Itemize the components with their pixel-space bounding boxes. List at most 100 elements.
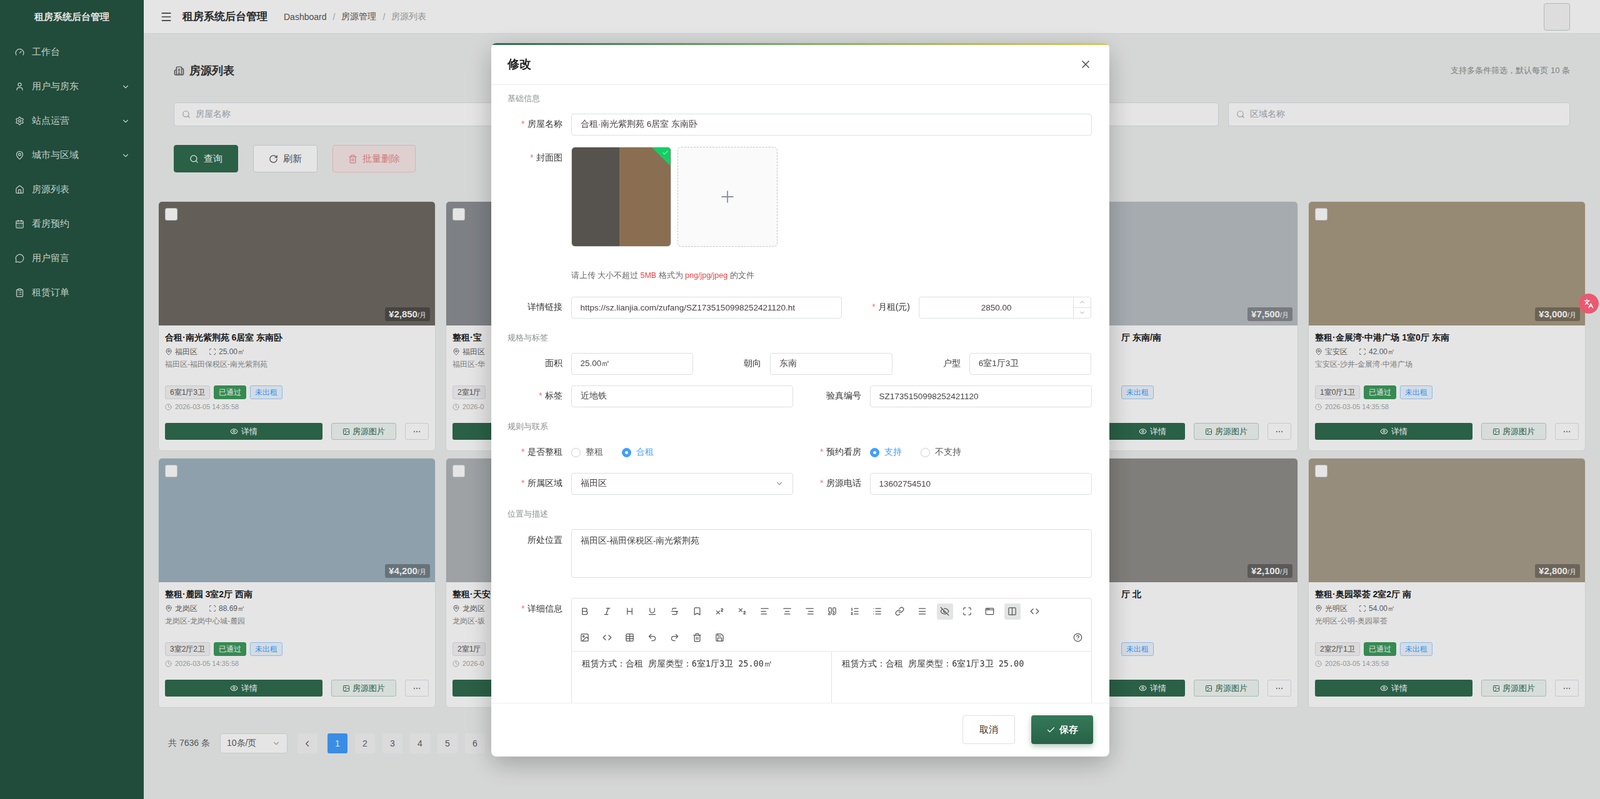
check-icon <box>1046 725 1056 735</box>
toolbar-button[interactable] <box>689 630 706 647</box>
form-item: 验真编号 SZ1735150998252421120 <box>806 385 1092 408</box>
increase-button[interactable] <box>1073 297 1091 308</box>
required-mark: * <box>820 446 824 457</box>
toolbar-button[interactable] <box>711 603 729 620</box>
region-select[interactable]: 福田区 <box>571 473 794 495</box>
form-item: *封面图请上传 大小不超过 5MB 格式为 png/jpg/jpeg 的文件 <box>507 146 1092 281</box>
text-input[interactable]: https://sz.lianjia.com/zufang/SZ17351509… <box>571 296 843 319</box>
close-icon <box>1079 58 1092 71</box>
toolbar-button[interactable] <box>666 603 684 620</box>
toolbar-button[interactable] <box>711 630 729 647</box>
save-button[interactable]: 保存 <box>1031 715 1094 745</box>
toolbar-button[interactable] <box>576 630 594 647</box>
split-icon <box>1007 606 1017 617</box>
menu-icon <box>917 606 927 617</box>
address-textarea[interactable]: 福田区-福田保税区-南光紫荆苑 <box>571 529 1092 579</box>
dialog-title: 修改 <box>507 56 532 73</box>
radio-option[interactable]: 合租 <box>621 446 654 459</box>
toolbar-button[interactable] <box>914 603 931 620</box>
text-input[interactable]: 6室1厅3卫 <box>969 353 1092 375</box>
underline-icon <box>647 606 657 617</box>
toolbar-button[interactable] <box>959 603 976 620</box>
required-mark: * <box>521 478 525 489</box>
toolbar-button[interactable] <box>621 630 639 647</box>
decrease-button[interactable] <box>1073 307 1091 319</box>
field-label: 所处位置 <box>507 529 563 547</box>
chevron-up-icon <box>1078 298 1086 306</box>
required-mark: * <box>521 603 525 614</box>
toolbar-button[interactable] <box>1004 603 1021 620</box>
text-input[interactable]: 13602754510 <box>870 473 1092 495</box>
editor-source[interactable]: 租赁方式：合租 房屋类型：6室1厅3卫 25.00㎡ <box>571 651 832 704</box>
toolbar-button[interactable] <box>576 603 594 620</box>
toolbar-button[interactable] <box>869 603 886 620</box>
upload-box[interactable] <box>677 146 778 247</box>
radio-option[interactable]: 不支持 <box>920 446 962 459</box>
rent-input[interactable]: 2850.00 <box>918 296 1092 319</box>
toolbar-button[interactable] <box>689 603 706 620</box>
source-icon <box>1030 606 1040 617</box>
align-right-icon <box>805 606 815 617</box>
field-label: *标签 <box>507 390 563 402</box>
cancel-button[interactable]: 取消 <box>962 715 1015 745</box>
toolbar-button[interactable] <box>936 603 954 620</box>
toolbar-button[interactable] <box>891 603 909 620</box>
text-input[interactable]: 东南 <box>770 353 893 375</box>
field-label: 面积 <box>507 358 563 370</box>
radio-dot <box>571 448 581 458</box>
field-label: *房源电话 <box>806 478 862 490</box>
name-input[interactable]: 合租·南光紫荆苑 6居室 东南卧 <box>571 113 1092 136</box>
editor-toolbar <box>571 598 1092 625</box>
field-label: *所属区域 <box>507 478 563 490</box>
bold-icon <box>580 606 590 617</box>
radio-dot <box>621 448 632 458</box>
cover-thumbnail[interactable] <box>571 146 672 247</box>
toolbar-button[interactable] <box>734 603 751 620</box>
section-title: 规格与标签 <box>507 332 1092 344</box>
field-label: 户型 <box>905 358 961 370</box>
undo-icon <box>647 633 657 643</box>
save-icon <box>715 633 725 643</box>
toolbar-button[interactable] <box>981 603 999 620</box>
form-item: 户型 6室1厅3卫 <box>905 353 1092 375</box>
text-input[interactable]: 25.00㎡ <box>571 353 694 375</box>
ordered-list-icon <box>850 606 860 617</box>
toolbar-button[interactable] <box>756 603 774 620</box>
form-item: *是否整租整租合租 <box>507 441 794 464</box>
form-item: *详细信息租赁方式：合租 房屋类型：6室1厅3卫 25.00㎡租赁方式：合租 房… <box>507 598 1092 704</box>
required-mark: * <box>530 152 534 163</box>
toolbar-button[interactable] <box>779 603 796 620</box>
radio-option[interactable]: 整租 <box>571 446 604 459</box>
text-input[interactable]: 近地铁 <box>571 385 794 408</box>
toolbar-button[interactable] <box>1026 603 1044 620</box>
toolbar-button[interactable] <box>666 630 684 647</box>
superscript-icon <box>715 606 725 617</box>
text-input[interactable]: SZ1735150998252421120 <box>870 385 1092 408</box>
toolbar-button[interactable] <box>599 603 616 620</box>
field-label: 验真编号 <box>806 390 862 402</box>
toolbar-button[interactable] <box>1070 630 1087 647</box>
toolbar-button[interactable] <box>599 630 616 647</box>
toolbar-button[interactable] <box>846 603 864 620</box>
required-mark: * <box>871 301 875 312</box>
editor-toolbar <box>571 625 1092 652</box>
toolbar-button[interactable] <box>801 603 819 620</box>
form-item: 面积 25.00㎡ <box>507 353 694 375</box>
toolbar-button[interactable] <box>644 630 661 647</box>
toolbar-button[interactable] <box>644 603 661 620</box>
translate-button[interactable] <box>1578 293 1599 314</box>
form-item: *标签近地铁 <box>507 385 794 408</box>
radio-dot <box>870 448 880 458</box>
toolbar-button[interactable] <box>824 603 841 620</box>
translate-icon <box>1583 298 1594 309</box>
uploaded-badge <box>651 147 671 167</box>
radio-option[interactable]: 支持 <box>870 446 902 459</box>
field-label: *房屋名称 <box>507 118 563 130</box>
form-item: 所处位置福田区-福田保税区-南光紫荆苑 <box>507 529 1092 579</box>
bullet-list-icon <box>872 606 882 617</box>
toolbar-button[interactable] <box>621 603 639 620</box>
field-label: *封面图 <box>507 146 563 164</box>
align-center-icon <box>782 606 792 617</box>
close-button[interactable] <box>1078 56 1094 72</box>
markdown-editor: 租赁方式：合租 房屋类型：6室1厅3卫 25.00㎡租赁方式：合租 房屋类型：6… <box>571 598 1092 704</box>
